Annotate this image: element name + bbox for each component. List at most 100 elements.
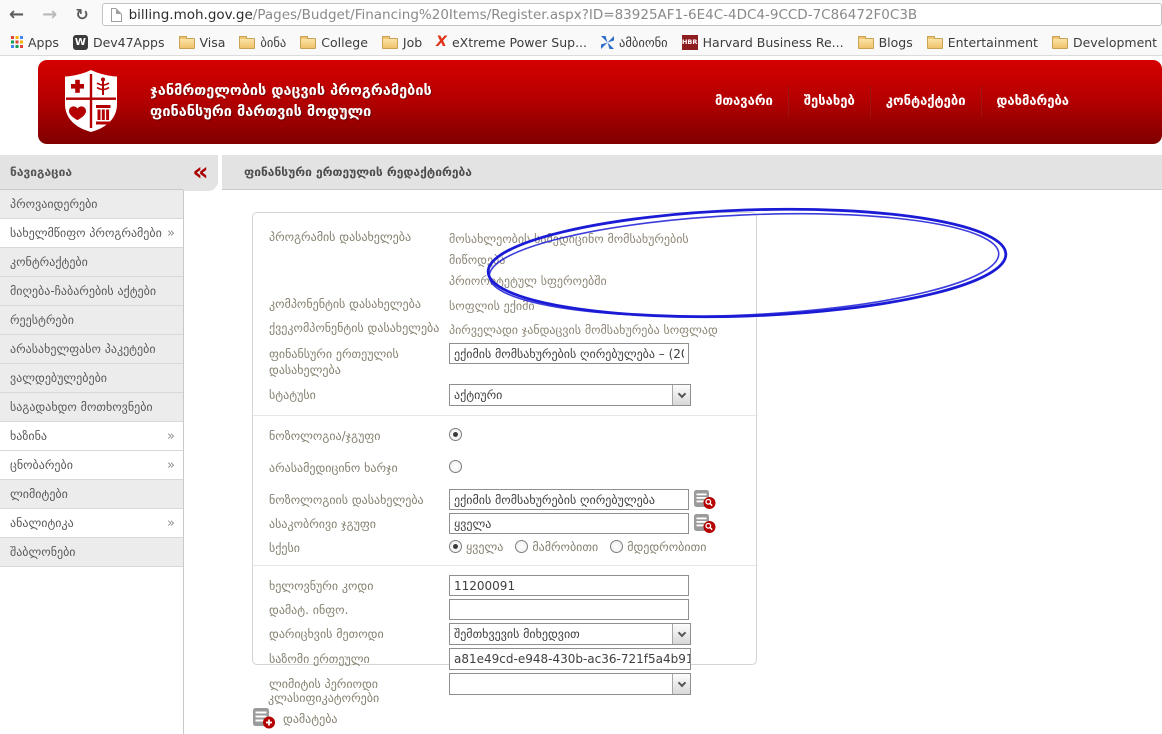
sidebar-item-references[interactable]: ცნობარები» bbox=[0, 451, 183, 480]
sidebar-item-analytics[interactable]: ანალიტიკა» bbox=[0, 509, 183, 538]
hbr-icon: HBR bbox=[681, 34, 698, 50]
bookmark-hbr[interactable]: HBR Harvard Business Re... bbox=[675, 34, 851, 50]
bookmark-label: ბინა bbox=[260, 34, 287, 50]
bookmark-label: Entertainment bbox=[947, 34, 1038, 50]
program-name-value: მოსახლეობის სამედიცინო მომსახურების მიწო… bbox=[449, 232, 689, 288]
sidebar-menu: პროვაიდერები სახელმწიფო პროგრამები» კონტ… bbox=[0, 190, 183, 567]
address-bar[interactable]: billing.moh.gov.ge/Pages/Budget/Financin… bbox=[101, 3, 1162, 26]
nav-help[interactable]: დახმარება bbox=[980, 86, 1084, 117]
dropdown-button[interactable] bbox=[672, 674, 690, 694]
subcomponent-name-label: ქვეკომპონენტის დასახელება bbox=[269, 321, 440, 335]
list-search-icon bbox=[694, 489, 716, 509]
sex-male-label: მამრობითი bbox=[532, 539, 599, 554]
bookmark-folder-job[interactable]: Job bbox=[375, 35, 429, 50]
submenu-arrow-icon: » bbox=[167, 428, 175, 444]
nav-home[interactable]: მთავარი bbox=[700, 86, 788, 117]
bookmark-label: College bbox=[321, 34, 368, 50]
wordpress-icon: W bbox=[72, 34, 88, 50]
back-button[interactable]: ← bbox=[0, 4, 33, 25]
submenu-arrow-icon: » bbox=[167, 225, 175, 241]
nosology-lookup-button[interactable] bbox=[693, 489, 717, 510]
bookmark-label: Blogs bbox=[878, 34, 913, 50]
bookmark-label: eXtreme Power Sup... bbox=[451, 34, 587, 50]
additional-info-input[interactable] bbox=[449, 599, 689, 620]
nosology-group-label: ნოზოლოგია/ჯგუფი bbox=[269, 429, 381, 443]
dropdown-button[interactable] bbox=[672, 385, 690, 405]
add-classifier-button[interactable]: დამატება bbox=[252, 708, 338, 729]
sex-label: სქესი bbox=[269, 541, 300, 555]
bookmark-ambioni[interactable]: ამბიონი bbox=[594, 35, 675, 50]
nonmedical-expense-label: არასამედიცინო ხარჯი bbox=[269, 461, 398, 475]
age-group-label: ასაკობრივი ჯგუფი bbox=[269, 517, 376, 531]
bookmark-folder-college[interactable]: College bbox=[293, 35, 375, 50]
status-select[interactable]: აქტიური bbox=[449, 384, 691, 406]
site-title: ჯანმრთელობის დაცვის პროგრამების ფინანსურ… bbox=[150, 81, 432, 123]
status-label: სტატუსი bbox=[269, 388, 316, 402]
sidebar-item-acceptance-acts[interactable]: მიღება-ჩაბარების აქტები bbox=[0, 277, 183, 306]
sidebar-collapse-button[interactable]: « bbox=[183, 155, 218, 191]
bookmark-label: Visa bbox=[199, 34, 226, 50]
sidebar-item-limits[interactable]: ლიმიტები bbox=[0, 480, 183, 509]
financing-unit-name-label: ფინანსური ერთეულის დასახელება bbox=[269, 347, 399, 377]
accrual-method-label: დარიცხვის მეთოდი bbox=[269, 627, 384, 641]
bookmarks-bar: Apps W Dev47Apps Visa ბინა College Job X… bbox=[0, 29, 1162, 56]
nav-about[interactable]: შესახებ bbox=[787, 86, 870, 117]
limit-period-select[interactable] bbox=[449, 673, 691, 695]
moh-shield-logo-icon bbox=[65, 70, 117, 132]
nosology-name-input[interactable] bbox=[449, 489, 689, 510]
folder-icon bbox=[926, 35, 943, 49]
nav-contacts[interactable]: კონტაქტები bbox=[869, 86, 981, 117]
sidebar-item-contracts[interactable]: კონტრაქტები bbox=[0, 248, 183, 277]
bookmark-folder-development[interactable]: Development bbox=[1045, 35, 1162, 50]
sidebar-item-nonsalary-packages[interactable]: არასახელფასო პაკეტები bbox=[0, 335, 183, 364]
sex-male-radio[interactable] bbox=[515, 540, 529, 553]
chevron-down-icon bbox=[677, 628, 686, 637]
header-nav: მთავარი შესახებ კონტაქტები დახმარება bbox=[700, 86, 1084, 117]
reload-button[interactable]: ↻ bbox=[66, 5, 97, 24]
artificial-code-input[interactable] bbox=[449, 575, 689, 596]
dropdown-button[interactable] bbox=[672, 624, 690, 644]
sidebar-item-treasury[interactable]: ხაზინა» bbox=[0, 422, 183, 451]
measure-unit-label: საზომი ერთეული bbox=[269, 652, 370, 666]
age-group-lookup-button[interactable] bbox=[693, 513, 717, 534]
financing-unit-name-input[interactable] bbox=[449, 343, 689, 364]
bookmark-folder-visa[interactable]: Visa bbox=[172, 35, 233, 50]
url-path: /Pages/Budget/Financing%20Items/Register… bbox=[252, 6, 918, 23]
sex-female-radio[interactable] bbox=[610, 540, 624, 553]
add-classifier-label: დამატება bbox=[283, 711, 338, 726]
program-name-label: პროგრამის დასახელება bbox=[269, 230, 412, 244]
section-divider bbox=[253, 565, 758, 566]
accrual-method-select[interactable]: შემთხვევის მიხედვით bbox=[449, 623, 691, 645]
nonmedical-expense-radio[interactable] bbox=[449, 460, 462, 473]
apps-grid-icon bbox=[11, 36, 23, 48]
sidebar-item-providers[interactable]: პროვაიდერები bbox=[0, 190, 183, 219]
component-name-value: სოფლის ექიმი bbox=[449, 299, 535, 313]
folder-icon bbox=[178, 35, 195, 49]
list-search-icon bbox=[694, 513, 716, 533]
sidebar-item-payment-requests[interactable]: საგადახდო მოთხოვნები bbox=[0, 393, 183, 422]
sidebar-item-templates[interactable]: შაბლონები bbox=[0, 538, 183, 567]
bookmark-folder-blogs[interactable]: Blogs bbox=[851, 35, 920, 50]
forward-button[interactable]: → bbox=[33, 4, 66, 25]
sidebar-item-state-programs[interactable]: სახელმწიფო პროგრამები» bbox=[0, 219, 183, 248]
sidebar-item-registers[interactable]: რეესტრები bbox=[0, 306, 183, 335]
measure-unit-select[interactable]: a81e49cd-e948-430b-ac36-721f5a4b911 bbox=[449, 648, 691, 670]
age-group-input[interactable] bbox=[449, 513, 689, 534]
bookmark-extreme[interactable]: X eXtreme Power Sup... bbox=[429, 34, 594, 50]
sex-all-radio[interactable] bbox=[449, 540, 462, 553]
site-header: ჯანმრთელობის დაცვის პროგრამების ფინანსურ… bbox=[38, 60, 1162, 144]
nosology-group-radio[interactable] bbox=[449, 428, 462, 441]
x-logo-icon: X bbox=[436, 34, 447, 50]
folder-icon bbox=[239, 35, 256, 49]
bookmark-folder-entertainment[interactable]: Entertainment bbox=[920, 35, 1045, 50]
page-icon bbox=[110, 7, 122, 22]
bookmark-apps[interactable]: Apps bbox=[4, 35, 66, 50]
bookmark-dev47apps[interactable]: W Dev47Apps bbox=[66, 34, 172, 50]
section-divider bbox=[253, 415, 758, 416]
chevron-down-icon bbox=[677, 389, 686, 398]
bookmark-folder-bina[interactable]: ბინა bbox=[232, 35, 293, 50]
folder-icon bbox=[381, 35, 398, 49]
bookmark-label: Apps bbox=[28, 34, 59, 50]
sidebar-item-obligations[interactable]: ვალდებულებები bbox=[0, 364, 183, 393]
additional-info-label: დამატ. ინფო. bbox=[269, 603, 349, 617]
